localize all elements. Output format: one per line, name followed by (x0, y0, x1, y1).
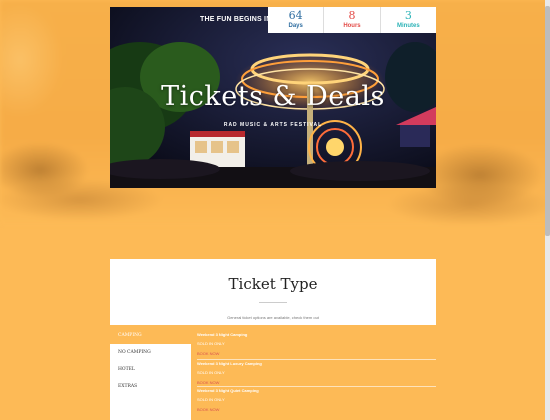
hero-title: Tickets & Deals (161, 81, 385, 112)
countdown-days-unit: Days (288, 23, 303, 29)
book-now-link[interactable]: BOOK NOW (197, 380, 436, 385)
ticket-type-title: Ticket Type (228, 275, 318, 293)
tab-hotel[interactable]: HOTEL (110, 361, 191, 378)
listing-name: Weekend 3 Night Luxury Camping (197, 361, 262, 366)
hero-subtitle: RAD MUSIC & ARTS FESTIVAL (223, 122, 323, 128)
tab-extras[interactable]: EXTRAS (110, 378, 191, 395)
countdown-hours-unit: Hours (343, 23, 361, 29)
listing-status: SOLD IN ONLY (197, 341, 225, 346)
listing-name: Weekend 3 Night Camping (197, 332, 248, 337)
page-scrollbar[interactable] (545, 0, 550, 420)
countdown-hours-value: 8 (348, 9, 356, 22)
ticket-category-tabs: CAMPING NO CAMPING HOTEL EXTRAS (110, 327, 191, 420)
listing-divider (197, 386, 436, 387)
countdown-minutes-value: 3 (404, 9, 412, 22)
listing-name: Weekend 3 Night Quiet Camping (197, 388, 259, 393)
scrollbar-thumb[interactable] (545, 6, 550, 236)
listing-status: SOLD IN ONLY (197, 370, 225, 375)
title-divider (259, 302, 287, 303)
countdown-label: THE FUN BEGINS IN (200, 16, 272, 23)
countdown-days: 64 Days (268, 7, 323, 33)
book-now-link[interactable]: BOOK NOW (197, 407, 436, 412)
tab-camping[interactable]: CAMPING (110, 327, 191, 344)
book-now-link[interactable]: BOOK NOW (197, 351, 436, 356)
ticket-type-card: Ticket Type General ticket options are a… (110, 259, 436, 325)
countdown-days-value: 64 (288, 9, 303, 22)
list-item: Weekend 3 Night Quiet Camping SOLD IN ON… (197, 388, 436, 412)
list-item: Weekend 3 Night Luxury Camping SOLD IN O… (197, 361, 436, 385)
list-item: Weekend 3 Night Camping SOLD IN ONLY BOO… (197, 332, 436, 356)
listing-divider (197, 359, 436, 360)
listing-status: SOLD IN ONLY (197, 397, 225, 402)
countdown-minutes-unit: Minutes (396, 23, 420, 29)
countdown-minutes: 3 Minutes (379, 7, 436, 33)
countdown-timer: 64 Days 8 Hours 3 Minutes (268, 7, 436, 33)
hero-banner: THE FUN BEGINS IN 64 Days 8 Hours 3 Minu… (110, 7, 436, 188)
ticket-type-description: General ticket options are available, ch… (227, 315, 319, 320)
tab-no-camping[interactable]: NO CAMPING (110, 344, 191, 361)
countdown-hours: 8 Hours (323, 7, 379, 33)
